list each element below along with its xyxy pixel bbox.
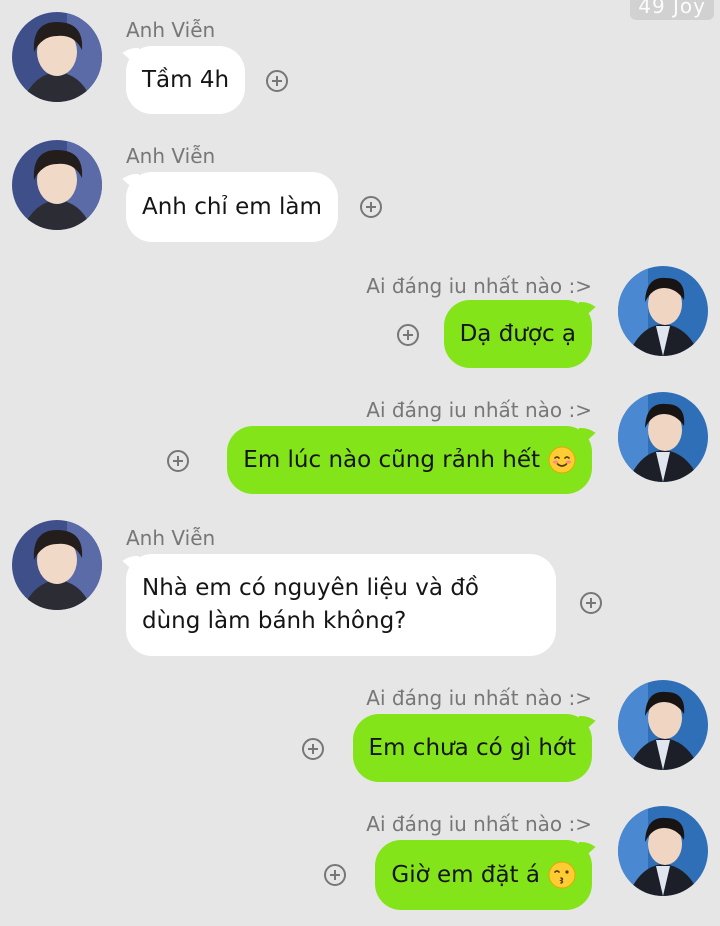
avatar[interactable]: [618, 806, 708, 896]
avatar[interactable]: [12, 520, 102, 610]
add-reaction-icon[interactable]: [266, 70, 288, 92]
chat-message: Anh Viễn Anh chỉ em làm: [0, 130, 720, 250]
chat-message: Anh Viễn Tầm 4h: [0, 0, 720, 120]
add-reaction-icon[interactable]: [167, 450, 189, 472]
message-bubble[interactable]: Giờ em đặt á: [375, 840, 592, 910]
avatar[interactable]: [618, 266, 708, 356]
sender-name: Anh Viễn: [126, 526, 216, 550]
message-bubble[interactable]: Nhà em có nguyên liệu và đồ dùng làm bán…: [126, 554, 556, 656]
chat-message: Ai đáng iu nhất nào :> Giờ em đặt á: [0, 804, 720, 924]
chat-message: Ai đáng iu nhất nào :> Dạ được ạ: [0, 262, 720, 372]
chat-message: Ai đáng iu nhất nào :> Em lúc nào cũng r…: [0, 388, 720, 498]
sender-name: Ai đáng iu nhất nào :>: [366, 274, 592, 298]
add-reaction-icon[interactable]: [302, 738, 324, 760]
message-text: Nhà em có nguyên liệu và đồ dùng làm bán…: [142, 575, 479, 634]
smiling-blush-emoji: [548, 446, 576, 474]
sender-name: Anh Viễn: [126, 144, 216, 168]
message-text: Dạ được ạ: [459, 320, 576, 347]
avatar[interactable]: [12, 12, 102, 102]
message-text: Em chưa có gì hớt: [368, 734, 576, 761]
message-bubble[interactable]: Tầm 4h: [126, 46, 246, 114]
sender-name: Anh Viễn: [126, 18, 216, 42]
message-text: Giờ em đặt á: [391, 861, 540, 888]
message-text: Em lúc nào cũng rảnh hết: [243, 446, 540, 473]
message-text: Tầm 4h: [142, 66, 230, 93]
avatar[interactable]: [618, 392, 708, 482]
avatar[interactable]: [618, 680, 708, 770]
sender-name: Ai đáng iu nhất nào :>: [366, 686, 592, 710]
message-text: Anh chỉ em làm: [142, 193, 322, 220]
sender-name: Ai đáng iu nhất nào :>: [366, 398, 592, 422]
add-reaction-icon[interactable]: [360, 196, 382, 218]
chat-message: Ai đáng iu nhất nào :> Em chưa có gì hớt: [0, 676, 720, 786]
message-bubble[interactable]: Anh chỉ em làm: [126, 172, 338, 242]
add-reaction-icon[interactable]: [324, 864, 346, 886]
message-bubble[interactable]: Em lúc nào cũng rảnh hết: [227, 426, 592, 494]
sender-name: Ai đáng iu nhất nào :>: [366, 812, 592, 836]
kissing-face-emoji: [548, 861, 576, 889]
add-reaction-icon[interactable]: [580, 592, 602, 614]
message-bubble[interactable]: Dạ được ạ: [443, 300, 592, 368]
chat-message: Anh Viễn Nhà em có nguyên liệu và đồ dùn…: [0, 512, 720, 662]
avatar[interactable]: [12, 140, 102, 230]
add-reaction-icon[interactable]: [397, 324, 419, 346]
message-bubble[interactable]: Em chưa có gì hớt: [352, 714, 592, 782]
